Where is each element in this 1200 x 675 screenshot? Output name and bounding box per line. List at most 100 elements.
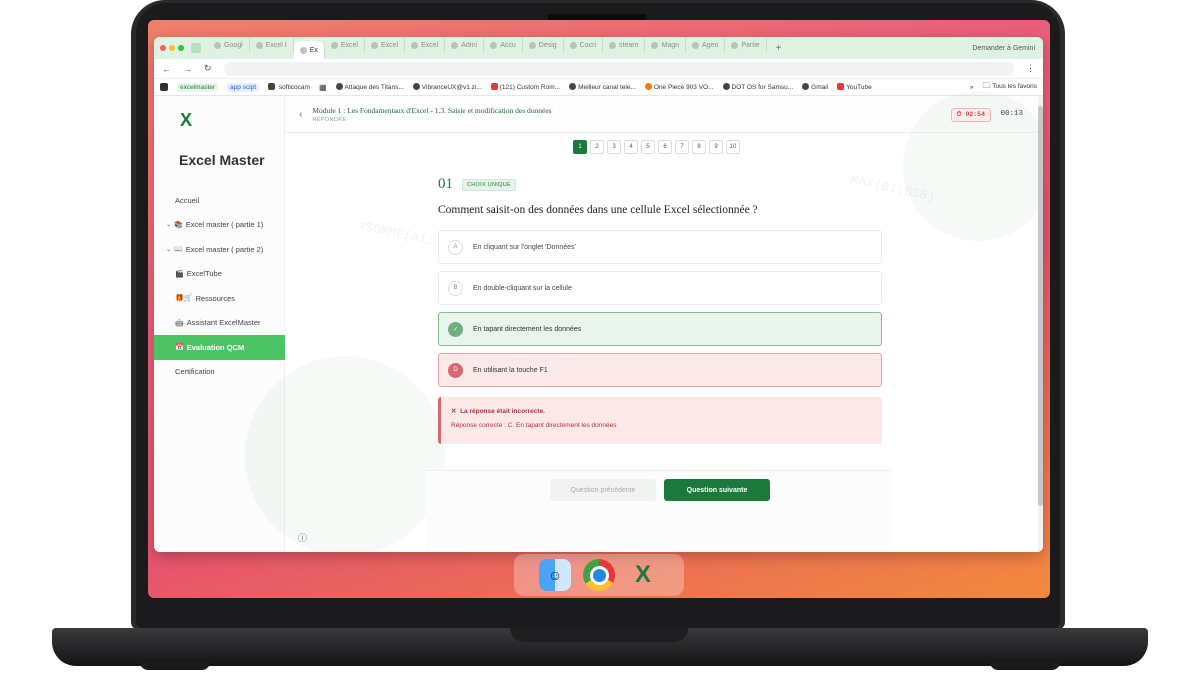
address-bar[interactable] <box>223 61 1014 76</box>
sidebar-item-label: ExcelTube <box>186 269 222 279</box>
chevron-down-icon[interactable]: ⌄ <box>166 221 171 228</box>
answer-option-3[interactable]: D En utilisant la touche F1 <box>438 353 882 387</box>
browser-tab[interactable]: Googl <box>208 37 250 53</box>
sidebar-toggle-icon[interactable] <box>160 83 168 91</box>
sidebar-item-icon: 📖 <box>174 246 183 254</box>
finder-icon[interactable]: ☺ <box>539 559 571 591</box>
browser-tab[interactable]: Desig <box>523 37 564 53</box>
menu-icon[interactable]: ⋮ <box>1026 63 1035 74</box>
tab-group-icon[interactable] <box>191 43 201 53</box>
favicon-icon <box>731 41 739 49</box>
page-button-10[interactable]: 10 <box>726 140 740 154</box>
bookmark-meilleur-canal[interactable]: Meilleur canal tele... <box>569 83 636 91</box>
option-text: En utilisant la touche F1 <box>473 366 548 374</box>
gemini-button[interactable]: Demander à Gemini <box>972 45 1043 52</box>
sidebar-item-excel-master-partie-2[interactable]: ⌄ 📖 Excel master ( partie 2) <box>154 237 285 262</box>
browser-tab[interactable]: Excel <box>405 37 446 53</box>
browser-tab[interactable]: Admi <box>445 37 485 53</box>
maximize-window-icon[interactable] <box>178 45 184 51</box>
dock: ☺ X <box>514 554 684 596</box>
browser-tab[interactable]: Excel <box>365 37 406 53</box>
scroll-thumb[interactable] <box>1038 106 1043 506</box>
browser-tab[interactable]: Excel <box>325 37 365 53</box>
page-button-2[interactable]: 2 <box>590 140 604 154</box>
reload-icon[interactable]: ↻ <box>204 63 212 74</box>
forward-arrow-icon[interactable]: → <box>183 64 192 74</box>
back-arrow-icon[interactable]: ← <box>162 64 171 74</box>
formula-watermark: =SOMME(A1: <box>356 218 436 249</box>
sidebar-item-label: Accueil <box>175 195 200 205</box>
browser-tab[interactable]: Magn <box>645 37 686 53</box>
chevron-left-icon[interactable]: ‹ <box>299 109 302 120</box>
sidebar-item-label: Ressources <box>195 293 236 303</box>
excel-master-logo-icon: X <box>180 110 193 130</box>
sidebar-item-label: Evaluation QCM <box>186 342 245 352</box>
navigation-bar: ← → ↻ ⋮ <box>154 59 1043 79</box>
sidebar-item-accueil[interactable]: Accueil <box>154 188 285 213</box>
browser-tab[interactable]: stearn <box>603 37 646 53</box>
feedback-text: Réponse correcte : C. En tapant directem… <box>451 422 617 429</box>
desktop-screen: Googl Excel I Ex Excel Excel Excel Admi Accu Des… <box>148 20 1050 598</box>
sidebar-item-certification[interactable]: Certification <box>154 360 285 385</box>
answer-option-2[interactable]: ✓ En tapant directement les données <box>438 312 882 346</box>
sidebar-item-exceltube[interactable]: 🎬 ExcelTube <box>154 262 285 287</box>
page-button-4[interactable]: 4 <box>624 140 638 154</box>
favicon-icon <box>609 41 617 49</box>
page-button-9[interactable]: 9 <box>709 140 723 154</box>
bookmark-excelmaster[interactable]: excelmaster <box>177 82 219 92</box>
previous-question-button[interactable]: Question précédente <box>550 479 656 501</box>
sidebar-item-assistant-excelmaster[interactable]: 🤖 Assistant ExcelMaster <box>154 311 285 336</box>
chrome-icon[interactable] <box>583 559 615 591</box>
browser-tab[interactable]: Partie <box>725 37 767 53</box>
sidebar-item-evaluation-qcm[interactable]: 📅 Evaluation QCM <box>154 335 285 360</box>
sidebar-item-label: Assistant ExcelMaster <box>186 318 261 328</box>
bookmark-youtube[interactable]: YouTube <box>837 83 872 91</box>
page-button-7[interactable]: 7 <box>675 140 689 154</box>
header-subtitle: RÉPONDRE <box>312 116 347 123</box>
bookmark-custom-rom[interactable]: (121) Custom Rom... <box>490 83 560 91</box>
answer-option-0[interactable]: A En cliquant sur l'onglet 'Données' <box>438 230 882 264</box>
chevron-down-icon[interactable]: ⌄ <box>166 246 171 253</box>
bookmark-dot-os[interactable]: DOT OS for Samsu... <box>722 83 793 91</box>
bookmark-gmail[interactable]: Gmail <box>802 83 828 91</box>
sidebar-item-excel-master-partie-1[interactable]: ⌄ 📚 Excel master ( partie 1) <box>154 213 285 238</box>
feedback-title: ✕ La réponse était incorrecte. <box>451 408 545 415</box>
bookmark-softicocam[interactable]: softicocam <box>268 83 310 91</box>
page-button-1[interactable]: 1 <box>573 140 587 154</box>
scrollbar[interactable] <box>1038 96 1043 552</box>
favicon-icon <box>411 41 419 49</box>
browser-tab[interactable]: Excel I <box>250 37 294 53</box>
bookmark-one-piece[interactable]: One Piece 903 VO... <box>644 83 714 91</box>
sidebar-item-icon: 📅 <box>175 344 184 352</box>
laptop-base-notch <box>510 628 688 642</box>
excel-master-app-icon[interactable]: X <box>627 559 659 591</box>
sidebar-item-label: Certification <box>175 367 215 377</box>
answer-option-1[interactable]: B En double-cliquant sur la cellule <box>438 271 882 305</box>
favicon-icon <box>255 41 263 49</box>
browser-tab[interactable]: Ex <box>293 41 325 59</box>
sidebar-item-ressources[interactable]: 🎁🛒 Ressources <box>154 286 285 311</box>
sidebar-item-icon: 🤖 <box>175 319 184 327</box>
browser-tab[interactable]: Cocri <box>564 37 604 53</box>
sidebar-nav: Accueil ⌄ 📚 Excel master ( partie 1) ⌄ 📖 Excel… <box>154 188 285 384</box>
sidebar-item-icon: 🎁🛒 <box>175 295 193 303</box>
browser-tab[interactable]: Agen <box>686 37 726 53</box>
bookmark-vibranceux[interactable]: VibranceUX@v1.zi... <box>412 83 482 91</box>
minimize-window-icon[interactable] <box>169 45 175 51</box>
new-tab-icon[interactable]: + <box>776 43 782 54</box>
close-icon: ✕ <box>451 408 457 415</box>
browser-tab[interactable]: Accu <box>484 37 523 53</box>
close-window-icon[interactable] <box>160 45 166 51</box>
page-button-8[interactable]: 8 <box>692 140 706 154</box>
page-button-6[interactable]: 6 <box>658 140 672 154</box>
info-icon[interactable]: ⓘ <box>298 531 307 544</box>
apps-grid-icon[interactable]: ▦ <box>319 83 327 92</box>
bookmark-attaque-des-titans[interactable]: Attaque des Titans... <box>335 83 404 91</box>
page-button-5[interactable]: 5 <box>641 140 655 154</box>
quiz-main: =SOMME(A1: MAX(B1:B58) ‹ Module 1 : Les … <box>245 91 1043 552</box>
next-question-button[interactable]: Question suivante <box>664 479 770 501</box>
more-bookmarks-icon[interactable]: » <box>970 84 974 91</box>
page-button-3[interactable]: 3 <box>607 140 621 154</box>
bookmark-app-script[interactable]: app scipt <box>227 82 260 92</box>
site-icon <box>335 83 343 90</box>
